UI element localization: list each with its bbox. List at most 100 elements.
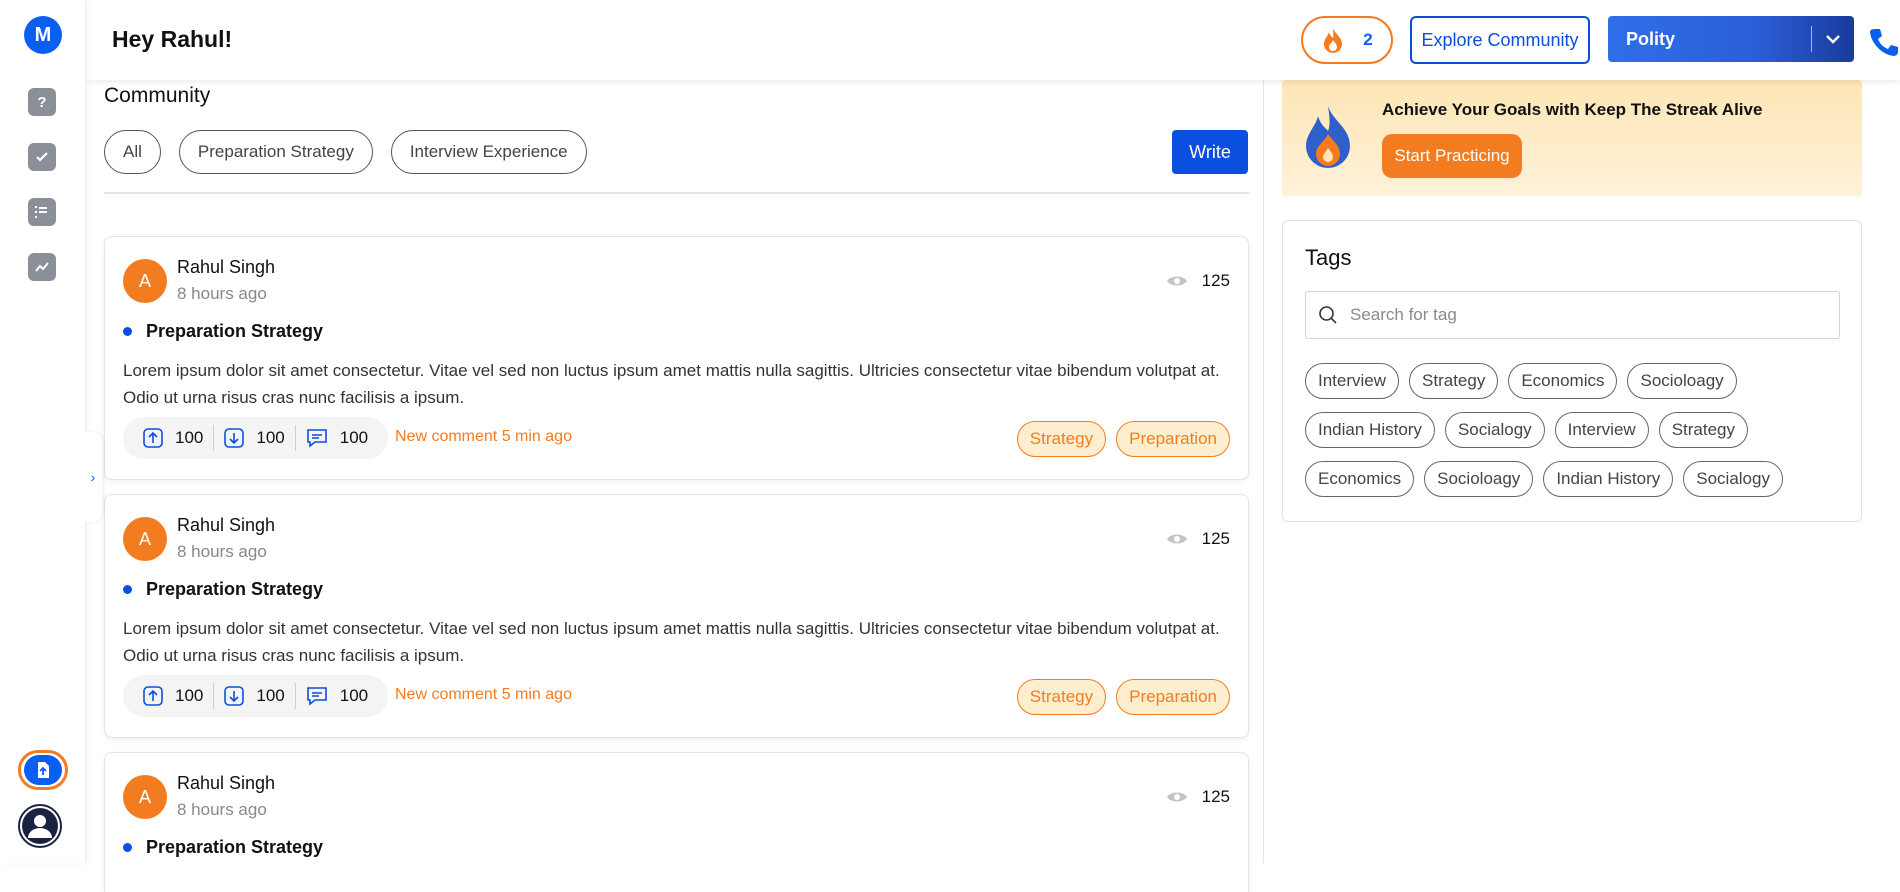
post-tag[interactable]: Strategy [1016,421,1107,457]
post-author: Rahul Singh [177,257,276,277]
trending-chart-icon[interactable] [28,253,56,281]
greeting-text: Hey Rahul! [112,26,233,52]
post-tags: Strategy Preparation [1016,679,1230,715]
category-dot [123,585,132,594]
tag-chip[interactable]: Strategy [1658,412,1748,448]
post-category: Preparation Strategy [123,579,323,600]
avatar: A [123,775,167,819]
post-author: Rahul Singh [177,773,276,793]
document-upload-icon [24,755,62,785]
app-logo[interactable]: M [24,16,62,54]
category-dot [123,327,132,336]
filter-preparation-strategy[interactable]: Preparation Strategy [178,130,373,174]
streak-count: 2 [1363,30,1373,49]
column-divider [1263,80,1264,863]
phone-icon[interactable] [1868,26,1898,56]
post-time: 8 hours ago [177,800,267,819]
tag-chip[interactable]: Economics [1508,363,1618,399]
new-comment-indicator[interactable]: New comment 5 min ago [395,686,572,704]
tag-chip[interactable]: Indian History [1543,461,1674,497]
tag-chip[interactable]: Indian History [1305,412,1435,448]
eye-icon [1166,534,1187,544]
avatar: A [123,259,167,303]
tag-chip[interactable]: Interview [1305,363,1400,399]
downvote-button[interactable]: 100 [214,428,294,448]
tags-title: Tags [1305,245,1352,270]
comment-icon [306,687,327,706]
comment-count: 100 [339,686,369,705]
post-time: 8 hours ago [177,542,267,561]
write-button[interactable]: Write [1172,130,1248,174]
post-card[interactable]: A Rahul Singh 8 hours ago 125 Preparatio… [104,752,1249,892]
notebook-icon[interactable] [28,198,56,226]
clipboard-check-icon[interactable] [28,143,56,171]
explore-community-button[interactable]: Explore Community [1410,16,1590,64]
post-category: Preparation Strategy [123,321,323,342]
view-count: 125 [1166,787,1230,807]
post-author: Rahul Singh [177,515,276,535]
comment-button[interactable]: 100 [296,686,378,706]
flame-icon [1298,104,1358,177]
view-count-value: 125 [1201,787,1230,806]
post-card[interactable]: A Rahul Singh 8 hours ago 125 Preparatio… [104,236,1249,480]
subject-selected-value: Polity [1626,28,1676,49]
post-card[interactable]: A Rahul Singh 8 hours ago 125 Preparatio… [104,494,1249,738]
post-tag[interactable]: Preparation [1116,679,1230,715]
eye-icon [1166,792,1187,802]
post-category: Preparation Strategy [123,837,323,858]
post-stats: 100 100 100 [123,417,389,459]
comment-count: 100 [339,428,369,447]
top-header: Hey Rahul! 2 Explore Community Polity [86,0,1900,80]
new-comment-indicator[interactable]: New comment 5 min ago [395,428,572,446]
community-title: Community [104,84,211,107]
avatar: A [123,517,167,561]
tag-cloud: Interview Strategy Economics Socioloagy … [1305,363,1845,497]
tag-chip[interactable]: Socioloagy [1424,461,1534,497]
divider [104,192,1249,194]
logo-letter: M [34,23,52,46]
tag-search-field[interactable] [1305,291,1840,339]
view-count: 125 [1166,271,1230,291]
comment-button[interactable]: 100 [296,428,378,448]
tag-chip[interactable]: Interview [1554,412,1649,448]
start-practicing-button[interactable]: Start Practicing [1382,134,1522,178]
comment-icon [306,429,327,448]
tag-search-input[interactable] [1350,305,1830,325]
upvote-button[interactable]: 100 [133,428,213,448]
tag-chip[interactable]: Strategy [1409,363,1499,399]
user-icon [22,808,58,844]
post-tag[interactable]: Preparation [1116,421,1230,457]
view-count-value: 125 [1201,529,1230,548]
category-label: Preparation Strategy [146,321,324,341]
view-count: 125 [1166,529,1230,549]
downvote-count: 100 [256,686,285,705]
upload-document-button[interactable] [18,750,68,790]
tag-chip[interactable]: Economics [1305,461,1415,497]
post-body: Lorem ipsum dolor sit amet consectetur. … [123,361,1220,407]
downvote-button[interactable]: 100 [214,686,294,706]
upvote-icon [143,428,163,448]
tag-chip[interactable]: Socioloagy [1627,363,1737,399]
tag-chip[interactable]: Socialogy [1444,412,1545,448]
chevron-right-icon: › [90,469,96,485]
view-count-value: 125 [1201,271,1230,290]
tag-chip[interactable]: Socialogy [1683,461,1783,497]
upvote-button[interactable]: 100 [133,686,213,706]
streak-banner-title: Achieve Your Goals with Keep The Streak … [1382,100,1763,119]
eye-icon [1166,276,1187,286]
profile-avatar-button[interactable] [18,804,62,848]
streak-banner: Achieve Your Goals with Keep The Streak … [1282,80,1862,196]
filter-all[interactable]: All [104,130,161,174]
post-tag[interactable]: Strategy [1016,679,1107,715]
downvote-icon [224,428,245,448]
category-label: Preparation Strategy [146,579,324,599]
filter-chips: All Preparation Strategy Interview Exper… [104,130,587,174]
question-icon[interactable]: ? [28,88,56,116]
upvote-count: 100 [175,686,204,705]
chevron-down-icon [1812,34,1854,44]
subject-dropdown[interactable]: Polity [1608,16,1854,62]
post-time: 8 hours ago [177,284,267,303]
streak-counter[interactable]: 2 [1301,16,1393,64]
sidebar-expand-toggle[interactable]: › [84,432,102,522]
filter-interview-experience[interactable]: Interview Experience [390,130,587,174]
